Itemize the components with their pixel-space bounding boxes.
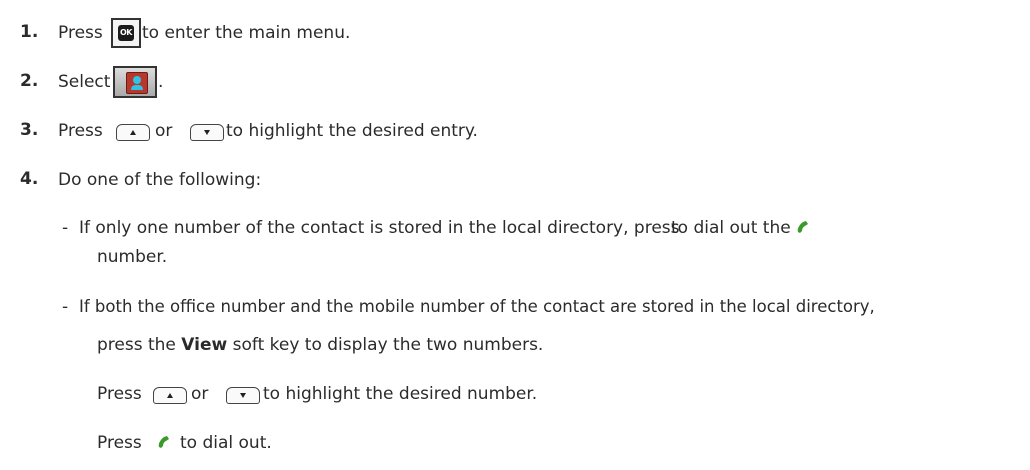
down-arrow-key-icon bbox=[190, 124, 224, 141]
step-1-number: 1. bbox=[20, 22, 39, 42]
step-1-text-before: Press bbox=[58, 23, 103, 43]
ok-key-icon: OK bbox=[111, 18, 141, 48]
bullet-b-line2-after: soft key to display the two numbers. bbox=[232, 335, 544, 355]
bullet-b-dash: - bbox=[62, 297, 69, 317]
green-handset-icon bbox=[797, 221, 808, 233]
bullet-b-line3-after: to highlight the desired number. bbox=[263, 384, 538, 404]
bullet-b-line3-before: Press bbox=[97, 384, 142, 404]
bullet-b-line2: press the View soft key to display the t… bbox=[97, 334, 543, 356]
bullet-b-line2-before: press the bbox=[97, 335, 176, 355]
directory-icon bbox=[113, 66, 157, 98]
step-2-text-before: Select bbox=[58, 72, 111, 92]
step-3-text-after: to highlight the desired entry. bbox=[226, 121, 478, 141]
green-handset-icon bbox=[158, 436, 169, 448]
bullet-b-line4-before: Press bbox=[97, 433, 142, 453]
view-softkey-label: View bbox=[181, 335, 228, 355]
step-4-text: Do one of the following: bbox=[58, 170, 262, 190]
bullet-b-line1: If both the office number and the mobile… bbox=[79, 297, 875, 316]
step-2-text-after: . bbox=[158, 72, 164, 92]
bullet-a-text-cont: number. bbox=[97, 247, 168, 267]
bullet-a-dash: - bbox=[62, 218, 69, 238]
down-arrow-key-icon bbox=[226, 387, 260, 404]
step-3-number: 3. bbox=[20, 120, 39, 140]
ok-key-label: OK bbox=[118, 25, 134, 41]
bullet-b-line3-mid: or bbox=[191, 384, 209, 404]
bullet-b-line4-after: to dial out. bbox=[180, 433, 272, 453]
step-1-text-after: to enter the main menu. bbox=[142, 23, 351, 43]
step-3-text-before: Press bbox=[58, 121, 103, 141]
directory-book-glyph bbox=[126, 72, 148, 94]
step-4-number: 4. bbox=[20, 169, 39, 189]
up-arrow-key-icon bbox=[153, 387, 187, 404]
bullet-a-text-after: to dial out the bbox=[671, 218, 791, 238]
step-2-number: 2. bbox=[20, 71, 39, 91]
up-arrow-key-icon bbox=[116, 124, 150, 141]
bullet-a-text-before: If only one number of the contact is sto… bbox=[79, 218, 680, 238]
step-3-text-mid: or bbox=[155, 121, 173, 141]
